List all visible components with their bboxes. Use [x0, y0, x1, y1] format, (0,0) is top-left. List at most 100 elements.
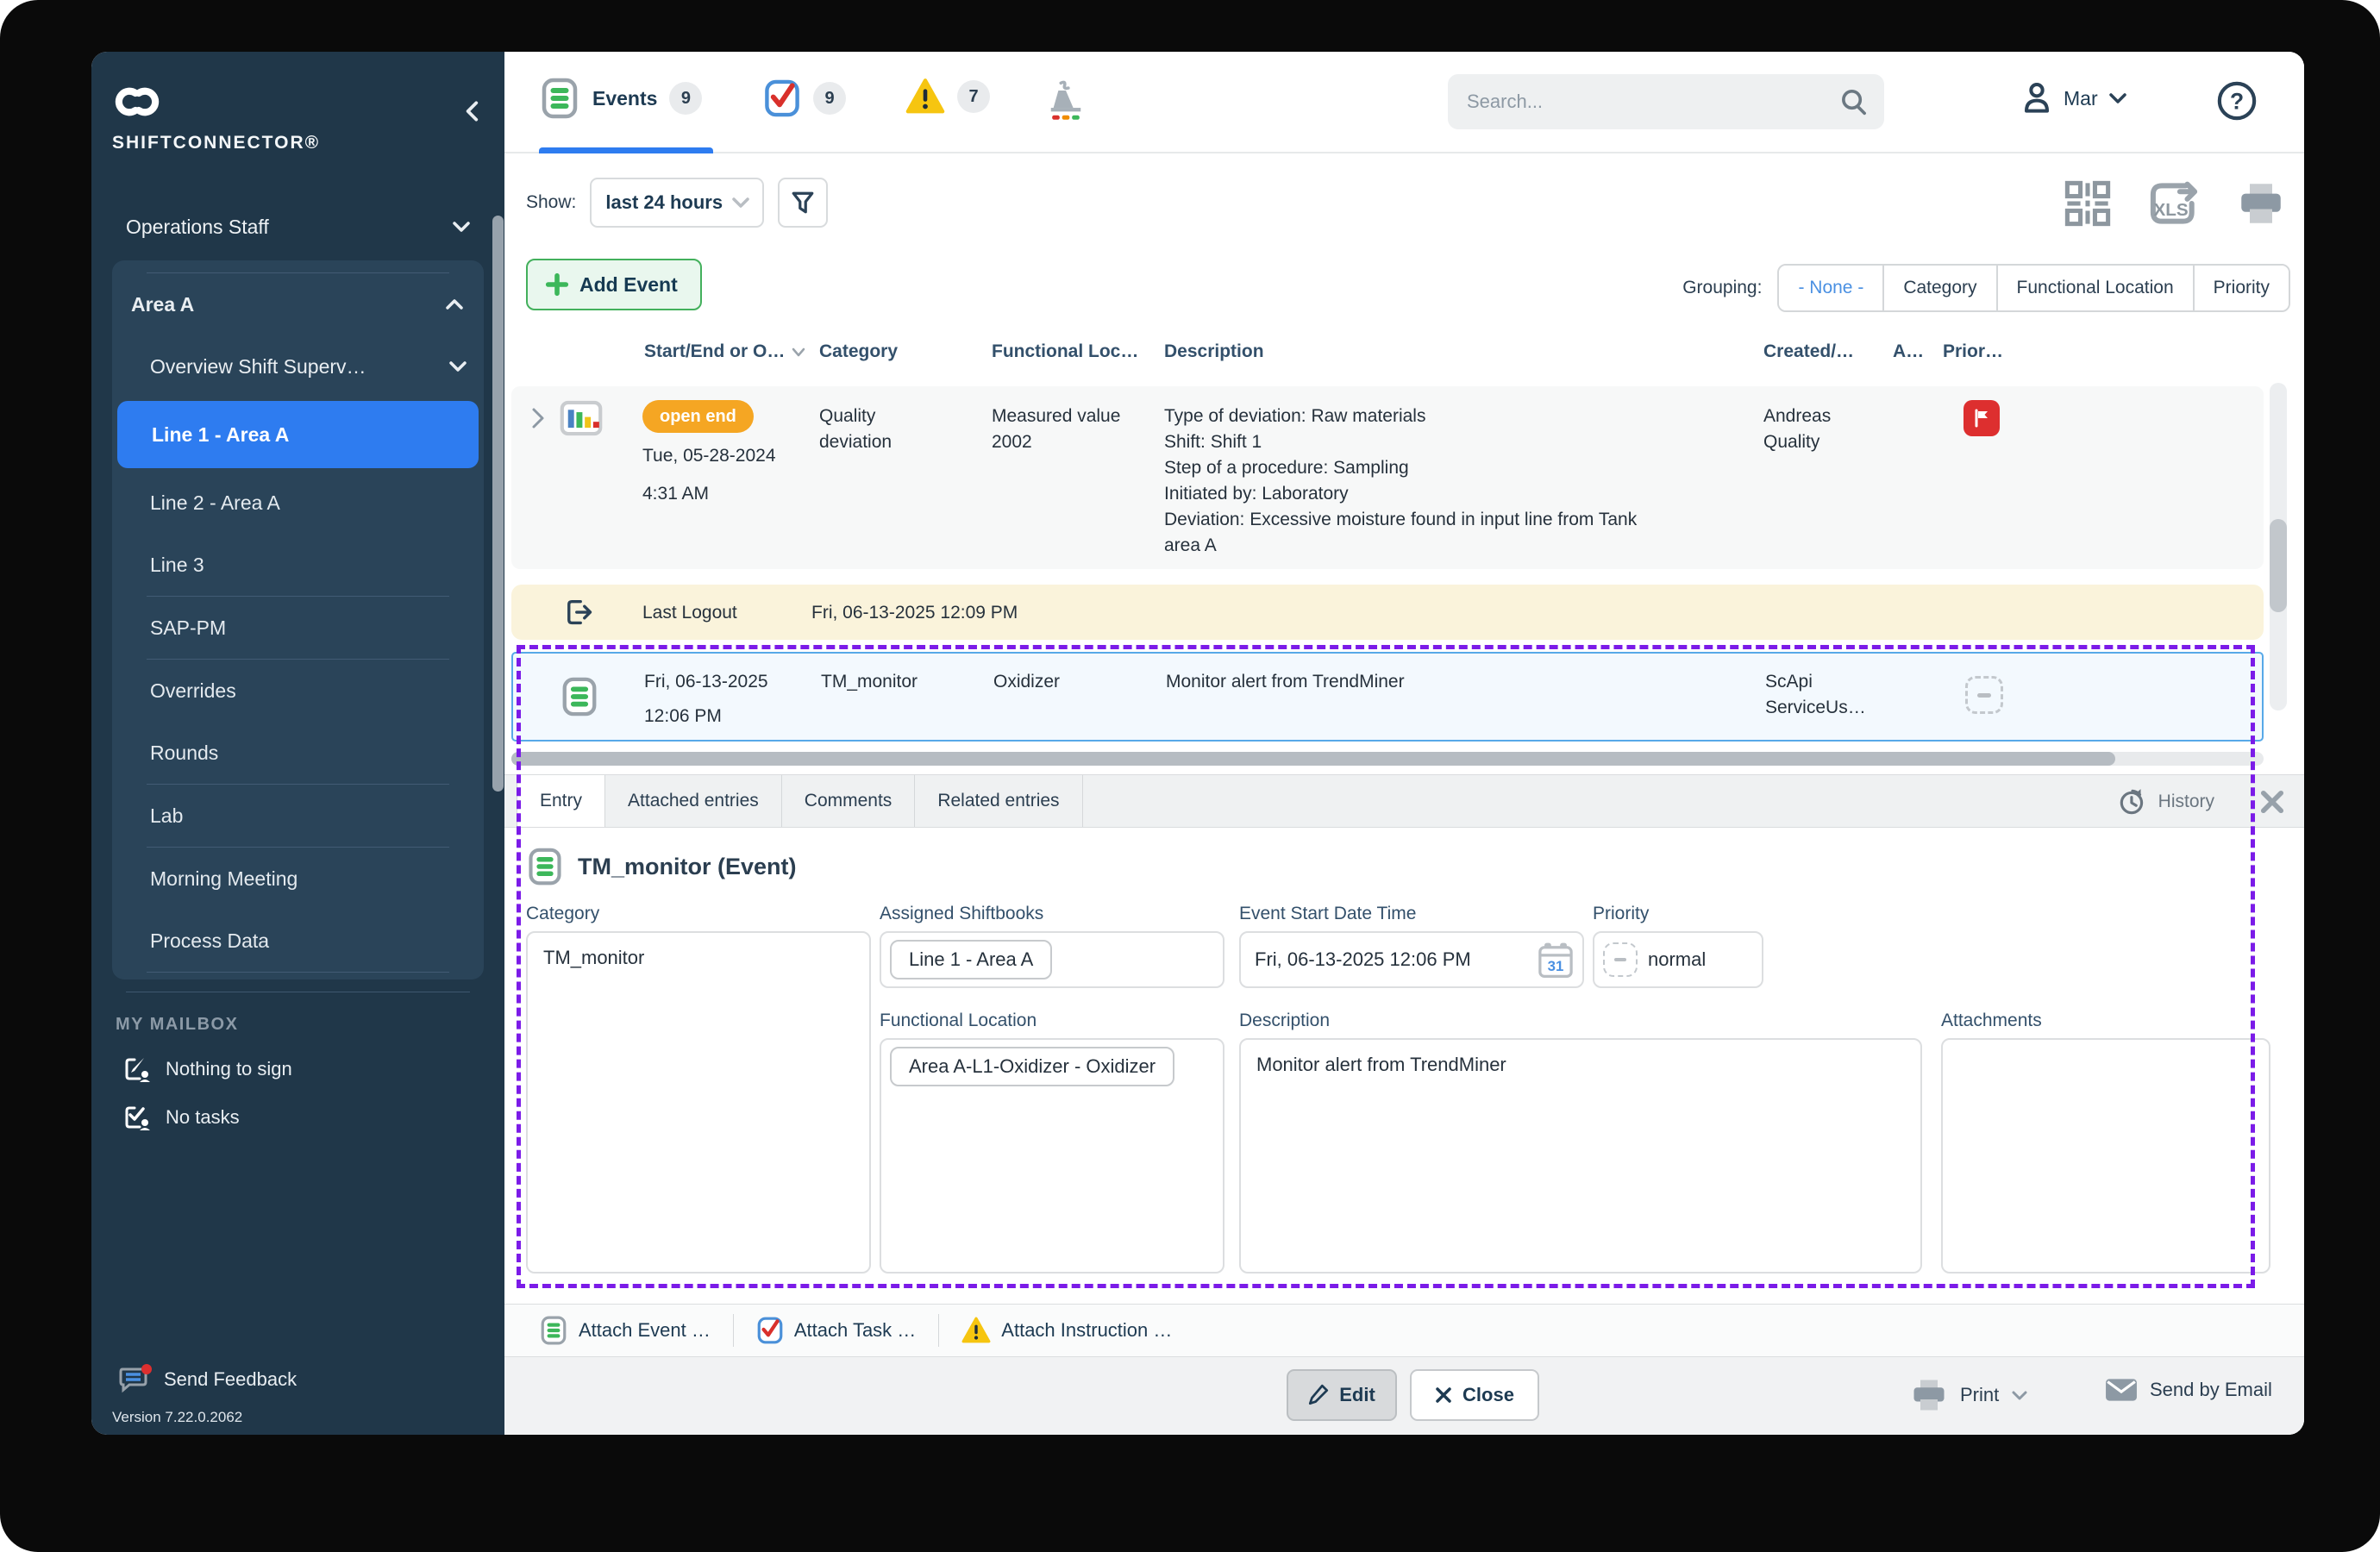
- edit-label: Edit: [1339, 1384, 1375, 1405]
- tab-attached-entries[interactable]: Attached entries: [605, 775, 782, 827]
- grouping-option-category[interactable]: Category: [1884, 266, 1998, 310]
- description-label: Description: [1239, 1011, 1331, 1030]
- row-expander-icon[interactable]: [530, 407, 546, 429]
- chevron-up-icon: [446, 299, 463, 310]
- tab-related-entries[interactable]: Related entries: [915, 775, 1083, 827]
- functional-location-chip[interactable]: Area A-L1-Oxidizer - Oxidizer: [890, 1047, 1175, 1086]
- search-input[interactable]: [1467, 91, 1839, 113]
- calendar-icon[interactable]: 31: [1538, 941, 1574, 979]
- sidebar-item-process-data[interactable]: Process Data: [112, 910, 484, 972]
- main-content: Events 9 9 7 Search... Mar ? Show: last …: [504, 52, 2304, 1435]
- sidebar-scrollbar[interactable]: [492, 216, 504, 792]
- show-range-dropdown[interactable]: last 24 hours: [590, 178, 765, 228]
- user-menu[interactable]: Mar: [2020, 81, 2127, 116]
- filter-button[interactable]: [778, 178, 829, 228]
- tab-plant[interactable]: [1046, 78, 1086, 121]
- sidebar-item-line1-area-a[interactable]: Line 1 - Area A: [117, 401, 479, 468]
- sidebar-group-operations-staff[interactable]: Operations Staff: [112, 203, 484, 250]
- functional-location-field[interactable]: Area A-L1-Oxidizer - Oxidizer: [880, 1038, 1224, 1274]
- attach-task-button[interactable]: Attach Task …: [756, 1316, 916, 1345]
- sidebar-collapse-icon[interactable]: [461, 98, 484, 124]
- grouping-control: Grouping: - None - Category Functional L…: [1682, 264, 2290, 312]
- tab-tasks[interactable]: 9: [763, 78, 846, 119]
- edit-button[interactable]: Edit: [1287, 1369, 1397, 1421]
- print-icon: [1913, 1380, 1945, 1411]
- close-detail-icon[interactable]: [2258, 787, 2287, 817]
- grouping-segmented-buttons: - None - Category Functional Location Pr…: [1777, 264, 2290, 312]
- brand-wordmark: SHIFTCONNECTOR®: [112, 133, 321, 153]
- shiftbooks-label: Assigned Shiftbooks: [880, 904, 1044, 923]
- tab-warnings[interactable]: 7: [905, 78, 990, 116]
- grouping-option-priority[interactable]: Priority: [2194, 266, 2289, 310]
- sidebar-item-sap-pm[interactable]: SAP-PM: [112, 597, 484, 659]
- row-description: Monitor alert from TrendMiner: [1166, 672, 1405, 692]
- vertical-scrollbar[interactable]: [2270, 383, 2287, 710]
- divider: [147, 972, 449, 973]
- horizontal-scrollbar[interactable]: [511, 752, 2264, 766]
- divider: [147, 272, 449, 273]
- priority-field[interactable]: normal: [1593, 931, 1763, 988]
- history-clock-icon: [2120, 789, 2143, 815]
- column-header-start-end[interactable]: Start/End or O…: [644, 341, 805, 362]
- sidebar-item-line2-area-a[interactable]: Line 2 - Area A: [112, 472, 484, 534]
- tasks-count-badge: 9: [813, 82, 846, 115]
- help-button[interactable]: ?: [2215, 79, 2258, 127]
- send-feedback-button[interactable]: Send Feedback: [112, 1364, 484, 1395]
- attach-instruction-button[interactable]: Attach Instruction …: [961, 1317, 1172, 1344]
- column-header-functional-location[interactable]: Functional Loc…: [992, 341, 1138, 362]
- shiftbooks-field[interactable]: Line 1 - Area A: [880, 931, 1224, 988]
- xls-export-icon[interactable]: XLS: [2147, 179, 2201, 228]
- table-header: Start/End or O… Category Functional Loc……: [511, 336, 2270, 374]
- add-event-button[interactable]: Add Event: [526, 259, 702, 310]
- attachments-field[interactable]: [1941, 1038, 2270, 1274]
- last-logout-row: Last Logout Fri, 06-13-2025 12:09 PM: [511, 585, 2264, 640]
- column-header-attachments[interactable]: A…: [1893, 341, 1924, 362]
- divider: [147, 784, 449, 785]
- sidebar-item-line3[interactable]: Line 3: [112, 534, 484, 596]
- sidebar-item-lab[interactable]: Lab: [112, 785, 484, 847]
- row-date: Tue, 05-28-2024: [642, 446, 776, 466]
- event-row-tm-monitor-selected[interactable]: Fri, 06-13-2025 12:06 PM TM_monitor Oxid…: [511, 652, 2264, 742]
- start-datetime-field[interactable]: Fri, 06-13-2025 12:06 PM 31: [1239, 931, 1584, 988]
- attach-event-label: Attach Event …: [579, 1319, 711, 1341]
- send-by-email-button[interactable]: Send by Email: [2105, 1378, 2272, 1402]
- attach-toolbar: Attach Event … Attach Task … Attach Inst…: [504, 1304, 2304, 1357]
- description-field[interactable]: Monitor alert from TrendMiner: [1239, 1038, 1922, 1274]
- sidebar-item-overrides[interactable]: Overrides: [112, 660, 484, 722]
- horizontal-scrollbar-thumb[interactable]: [511, 752, 2115, 766]
- last-logout-datetime: Fri, 06-13-2025 12:09 PM: [811, 603, 1018, 623]
- sidebar-item-overview-shift-supervisor[interactable]: Overview Shift Superv…: [112, 335, 484, 397]
- print-button[interactable]: Print: [1910, 1378, 2028, 1412]
- logout-icon: [567, 599, 592, 625]
- search-icon[interactable]: [1839, 87, 1869, 116]
- tab-entry[interactable]: Entry: [517, 775, 606, 827]
- sidebar-item-area-a[interactable]: Area A: [112, 273, 484, 335]
- tab-events[interactable]: Events 9: [539, 78, 703, 119]
- attach-event-button[interactable]: Attach Event …: [539, 1315, 711, 1346]
- column-header-category[interactable]: Category: [819, 341, 898, 362]
- category-field[interactable]: TM_monitor: [526, 931, 871, 1274]
- mailbox-item-no-tasks[interactable]: No tasks: [112, 1104, 484, 1131]
- detail-tab-strip: Entry Attached entries Comments Related …: [504, 774, 2304, 828]
- warning-triangle-icon: [961, 1317, 991, 1343]
- detail-title: TM_monitor (Event): [578, 853, 797, 879]
- mailbox-item-label: Nothing to sign: [166, 1058, 292, 1080]
- column-header-created[interactable]: Created/…: [1763, 341, 1854, 362]
- sidebar-item-rounds[interactable]: Rounds: [112, 722, 484, 784]
- row-time: 12:06 PM: [644, 706, 722, 726]
- vertical-scrollbar-thumb[interactable]: [2270, 519, 2287, 612]
- event-row-quality-deviation[interactable]: open end Tue, 05-28-2024 4:31 AM Quality…: [511, 386, 2264, 569]
- sidebar-item-morning-meeting[interactable]: Morning Meeting: [112, 848, 484, 910]
- grouping-option-none[interactable]: - None -: [1779, 266, 1885, 310]
- tab-comments[interactable]: Comments: [782, 775, 916, 827]
- qr-code-icon[interactable]: [2064, 180, 2111, 227]
- close-icon: [1436, 1387, 1451, 1403]
- grouping-option-functional-location[interactable]: Functional Location: [1997, 266, 2195, 310]
- history-button[interactable]: History: [2117, 775, 2214, 829]
- column-header-priority[interactable]: Prior…: [1943, 341, 2003, 362]
- shiftbook-chip[interactable]: Line 1 - Area A: [890, 940, 1053, 979]
- close-button[interactable]: Close: [1410, 1369, 1539, 1421]
- mailbox-item-nothing-to-sign[interactable]: Nothing to sign: [112, 1055, 484, 1083]
- print-icon[interactable]: [2237, 181, 2285, 226]
- column-header-description[interactable]: Description: [1164, 341, 1264, 362]
